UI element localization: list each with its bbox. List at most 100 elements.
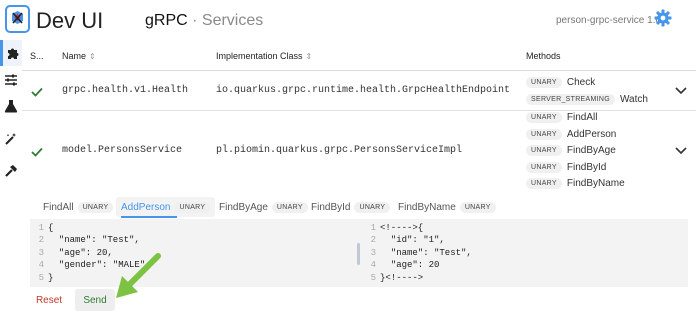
tab-findbyname[interactable]: FindByName UNARY (393, 197, 501, 217)
annotation-arrow-icon (116, 253, 161, 298)
method-type-badge: UNARY (526, 177, 562, 189)
tab-addperson[interactable]: AddPerson UNARY (116, 197, 216, 218)
tab-label: AddPerson (121, 201, 171, 213)
line-number: 2 (370, 235, 376, 246)
puzzle-icon (7, 48, 18, 59)
tab-label: FindByAge (219, 201, 268, 213)
method-name: FindByName (566, 177, 625, 189)
table-header: S... Name ⇕ Implementation Class ⇕ Methods (22, 40, 696, 71)
method-item: UNARY AddPerson (526, 127, 616, 141)
method-name: FindById (566, 161, 607, 173)
method-type-badge: UNARY (174, 201, 211, 213)
column-header-methods: Methods (526, 51, 561, 61)
method-type-badge: UNARY (459, 201, 496, 213)
tab-findbyage[interactable]: FindByAge UNARY (214, 197, 313, 217)
quarkus-logo[interactable] (5, 5, 30, 33)
method-name: FindAll (566, 111, 598, 123)
tab-findall[interactable]: FindAll UNARY (38, 197, 118, 217)
line-number: 4 (370, 260, 376, 271)
code-line: 2 "id": "1", (366, 234, 472, 246)
magic-wand-icon (5, 133, 16, 145)
page-title: gRPC · Services (145, 12, 263, 30)
method-type-badge: UNARY (354, 201, 391, 213)
sort-icon: ⇕ (305, 52, 313, 61)
nav-item-dev-services[interactable] (0, 126, 22, 152)
page-title-main: gRPC (145, 12, 188, 29)
column-header-name[interactable]: Name ⇕ (62, 51, 96, 61)
tab-label: FindById (311, 201, 351, 213)
code-text: "name": "Test", (380, 247, 472, 258)
implementation-class: io.quarkus.grpc.runtime.health.GrpcHealt… (216, 85, 511, 96)
line-number: 4 (38, 260, 44, 271)
tab-label: FindAll (43, 201, 74, 213)
hammer-icon (5, 165, 17, 177)
nav-item-extensions[interactable] (0, 40, 22, 66)
method-type-badge: UNARY (526, 161, 562, 173)
code-text: "age": 20, (48, 247, 113, 258)
code-text: "age": 20 (380, 260, 440, 271)
method-type-badge: SERVER_STREAMING (526, 93, 615, 105)
code-text: "name": "Test", (48, 235, 140, 246)
method-item: UNARY Check (526, 75, 595, 89)
nav-item-continuous-testing[interactable] (0, 93, 22, 119)
column-header-implementation-label: Implementation Class (216, 51, 303, 61)
reset-button[interactable]: Reset (30, 289, 68, 311)
table-row[interactable]: model.PersonsService pl.piomin.quarkus.g… (22, 111, 696, 195)
column-header-status[interactable]: S... (30, 51, 44, 61)
sort-icon: ⇕ (89, 52, 96, 61)
line-number: 3 (38, 247, 44, 258)
nav-item-build-steps[interactable] (0, 158, 22, 184)
app-title: Dev UI (36, 8, 104, 33)
gear-icon[interactable] (654, 9, 672, 27)
service-name: grpc.health.v1.Health (62, 85, 189, 96)
method-item: UNARY FindAll (526, 110, 597, 124)
method-type-badge: UNARY (77, 201, 114, 213)
method-type-badge: UNARY (526, 76, 562, 88)
check-icon (31, 147, 43, 157)
tab-findbyid[interactable]: FindById UNARY (306, 197, 395, 217)
chevron-down-icon[interactable] (675, 147, 687, 155)
nav-item-configuration[interactable] (0, 67, 22, 93)
line-number: 1 (38, 223, 44, 233)
code-line: 3 "name": "Test", (366, 247, 472, 259)
method-name: Watch (619, 93, 648, 105)
code-text: { (48, 223, 54, 233)
tab-label: FindByName (398, 201, 456, 213)
code-text: "id": "1", (380, 235, 445, 246)
column-header-implementation-class[interactable]: Implementation Class ⇕ (216, 51, 312, 61)
side-nav (0, 40, 22, 190)
table-row[interactable]: grpc.health.v1.Health io.quarkus.grpc.ru… (22, 71, 696, 111)
line-number: 1 (370, 223, 376, 233)
line-number: 2 (38, 235, 44, 246)
code-text: <!---->{ (380, 223, 424, 233)
method-type-badge: UNARY (526, 111, 562, 123)
code-line: 2 "name": "Test", (34, 234, 145, 246)
method-item: UNARY FindByAge (526, 143, 616, 157)
title-separator: · (187, 12, 202, 29)
method-name: AddPerson (566, 128, 617, 140)
method-item: UNARY FindById (526, 160, 606, 174)
code-text: }<!----> (380, 272, 424, 283)
method-type-badge: UNARY (526, 128, 562, 140)
code-line: 1 <!---->{ (366, 222, 472, 234)
quarkus-logo-icon (12, 11, 23, 24)
split-divider[interactable] (357, 243, 360, 265)
sliders-icon (5, 74, 17, 86)
code-line: 4 "age": 20 (366, 259, 472, 271)
method-item: UNARY FindByName (526, 176, 625, 190)
method-name: Check (566, 76, 596, 88)
method-tabs: FindAll UNARY AddPerson UNARY FindByAge UNA… (30, 197, 690, 218)
page-subtitle: Services (201, 12, 264, 29)
service-name: model.PersonsService (62, 145, 183, 156)
code-line: 1{ (34, 222, 145, 234)
line-number: 3 (370, 247, 376, 258)
method-item: SERVER_STREAMING Watch (526, 92, 648, 106)
line-number: 5 (370, 272, 376, 283)
line-number: 5 (38, 272, 44, 283)
app-id-label: person-grpc-service 1.0 (556, 15, 662, 26)
column-header-name-label: Name (62, 51, 87, 61)
check-icon (31, 87, 43, 97)
method-name: FindByAge (566, 144, 616, 156)
response-editor[interactable]: 1 <!---->{ 2 "id": "1", 3 "name": "Test",… (366, 222, 472, 284)
chevron-down-icon[interactable] (675, 87, 687, 95)
